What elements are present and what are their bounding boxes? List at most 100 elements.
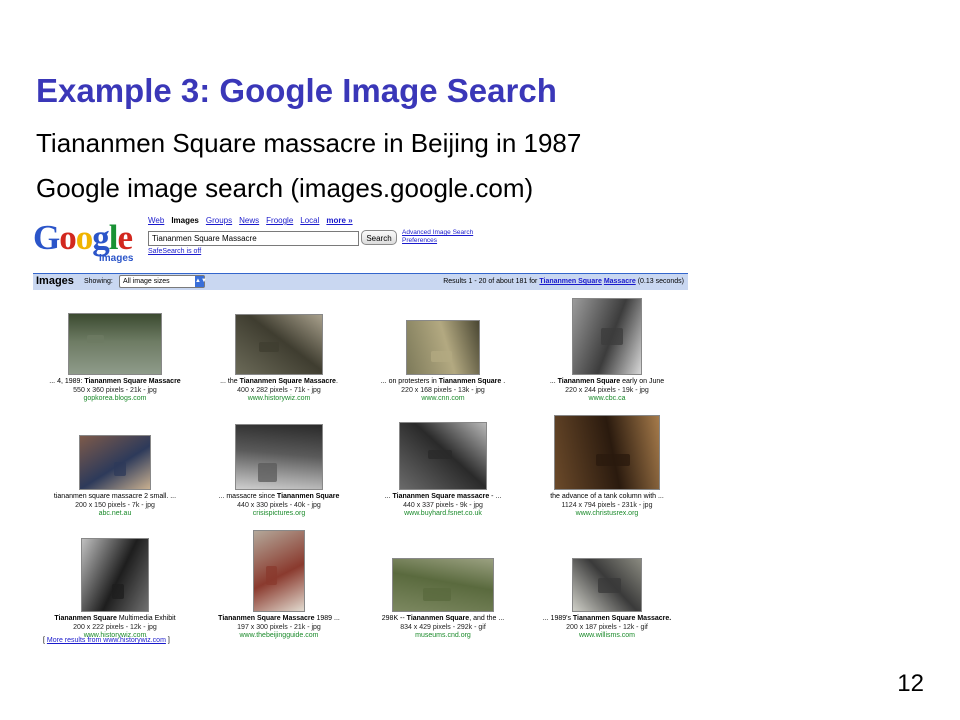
tab-local[interactable]: Local xyxy=(300,216,319,225)
tab-froogle[interactable]: Froogle xyxy=(266,216,293,225)
image-result: Tiananmen Square Massacre 1989 ... 197 x … xyxy=(197,530,361,641)
caption-text: , and the ... xyxy=(469,615,505,622)
result-caption: ... massacre since Tiananmen Square xyxy=(197,493,361,502)
result-thumbnail[interactable] xyxy=(554,415,660,490)
result-meta: 220 x 168 pixels - 13k - jpg xyxy=(401,386,485,394)
search-button[interactable]: Search xyxy=(361,230,397,245)
caption-highlight: Tiananmen Square xyxy=(276,493,340,500)
result-site[interactable]: www.historywiz.com xyxy=(197,395,361,404)
google-logo[interactable]: Google Images xyxy=(33,220,141,268)
result-site[interactable]: museums.cnd.org xyxy=(361,632,525,641)
result-meta: 200 x 222 pixels - 12k - jpg xyxy=(73,623,157,631)
caption-highlight: Tiananmen Square Massacre xyxy=(218,615,315,622)
tab-groups[interactable]: Groups xyxy=(206,216,232,225)
result-meta: 440 x 330 pixels - 40k - jpg xyxy=(237,501,321,509)
image-result: tiananmen square massacre 2 small. ... 20… xyxy=(33,435,197,519)
caption-text: - ... xyxy=(489,493,502,500)
caption-highlight: Tiananmen Square Massacre xyxy=(84,378,181,385)
caption-text: early on June xyxy=(620,378,665,385)
result-caption: ... 4, 1989: Tiananmen Square Massacre xyxy=(33,378,197,387)
caption-highlight: Tiananmen Square xyxy=(438,378,502,385)
result-site[interactable]: www.thebeijingguide.com xyxy=(197,632,361,641)
result-caption: ... on protesters in Tiananmen Square . xyxy=(361,378,525,387)
image-result: ... 1989's Tiananmen Square Massacre. 200… xyxy=(525,558,689,641)
caption-text: tiananmen square massacre xyxy=(53,493,143,500)
results-bar: Images Showing: All image sizes ▲▼ Resul… xyxy=(33,273,688,290)
results-count: Results 1 - 20 of about 181 for Tiananme… xyxy=(443,278,684,285)
result-caption: ... Tiananmen Square massacre - ... xyxy=(361,493,525,502)
caption-highlight: Tiananmen Square Massacre xyxy=(239,378,336,385)
result-thumbnail[interactable] xyxy=(253,530,305,612)
result-site[interactable]: gopkorea.blogs.com xyxy=(33,395,197,404)
query-link-tiananmen[interactable]: Tiananmen Square xyxy=(539,278,602,285)
result-site[interactable]: www.cbc.ca xyxy=(525,395,689,404)
result-meta: 200 x 150 pixels - 7k - jpg xyxy=(75,501,155,509)
slide-title: Example 3: Google Image Search xyxy=(36,72,557,109)
result-thumbnail[interactable] xyxy=(235,424,323,490)
caption-text: Multimedia Exhibit xyxy=(116,615,176,622)
result-site[interactable]: www.christusrex.org xyxy=(525,510,689,519)
result-caption: ... the Tiananmen Square Massacre. xyxy=(197,378,361,387)
image-result: Tiananmen Square Multimedia Exhibit 200 x… xyxy=(33,538,197,641)
result-caption: ... Tiananmen Square early on June xyxy=(525,378,689,387)
search-tabs: Web Images Groups News Froogle Local more » xyxy=(148,216,360,225)
results-bar-title: Images xyxy=(36,275,74,287)
thumbnail-detail xyxy=(87,335,104,344)
safesearch-link[interactable]: SafeSearch is off xyxy=(148,248,201,255)
caption-text: the advance of a tank column with ... xyxy=(550,493,664,500)
thumbnail-detail xyxy=(423,587,451,602)
result-caption: Tiananmen Square Massacre 1989 ... xyxy=(197,615,361,624)
result-meta: 440 x 337 pixels - 9k - jpg xyxy=(403,501,483,509)
result-caption: 298K -- Tiananmen Square, and the ... xyxy=(361,615,525,624)
result-site[interactable]: www.buyhard.fsnet.co.uk xyxy=(361,510,525,519)
more-results-link[interactable]: More results from www.historywiz.com xyxy=(47,637,166,644)
result-site[interactable]: crisispictures.org xyxy=(197,510,361,519)
caption-text: 1989 ... xyxy=(314,615,340,622)
result-thumbnail[interactable] xyxy=(572,298,642,375)
more-results: [ More results from www.historywiz.com ] xyxy=(43,637,170,644)
caption-highlight: Tiananmen Square Massacre. xyxy=(572,615,672,622)
tab-web[interactable]: Web xyxy=(148,216,164,225)
caption-text: 298K -- xyxy=(381,615,407,622)
thumbnail-detail xyxy=(259,342,279,353)
result-site[interactable]: www.cnn.com xyxy=(361,395,525,404)
thumbnail-detail xyxy=(595,453,630,467)
result-thumbnail[interactable] xyxy=(399,422,487,490)
slide-subtitle: Google image search (images.google.com) xyxy=(36,173,534,203)
result-caption: tiananmen square massacre 2 small. ... xyxy=(33,493,197,502)
preferences-link[interactable]: Preferences xyxy=(402,237,473,245)
result-meta: 200 x 187 pixels - 12k - gif xyxy=(566,623,648,631)
thumbnail-detail xyxy=(113,461,127,476)
caption-text: ... 1989's xyxy=(542,615,573,622)
thumbnail-detail xyxy=(112,584,125,599)
thumbnail-detail xyxy=(257,463,278,482)
result-thumbnail[interactable] xyxy=(406,320,480,375)
google-logo-text: Google xyxy=(33,218,133,257)
slide-number: 12 xyxy=(897,670,924,697)
result-thumbnail[interactable] xyxy=(68,313,162,375)
caption-highlight: Tiananmen Square xyxy=(54,615,117,622)
image-result: ... Tiananmen Square massacre - ... 440 x… xyxy=(361,422,525,519)
slide-topic: Tiananmen Square massacre in Beijing in … xyxy=(36,128,582,158)
thumbnail-detail xyxy=(431,351,452,362)
thumbnail-detail xyxy=(427,450,452,460)
result-site[interactable]: www.willisms.com xyxy=(525,632,689,641)
image-result: ... the Tiananmen Square Massacre. 400 x … xyxy=(197,314,361,404)
caption-text: ... massacre since xyxy=(218,493,277,500)
advanced-image-search-link[interactable]: Advanced Image Search xyxy=(402,229,473,237)
caption-highlight: Tiananmen Square xyxy=(406,615,470,622)
query-link-massacre[interactable]: Massacre xyxy=(604,278,636,285)
tab-news[interactable]: News xyxy=(239,216,259,225)
result-thumbnail[interactable] xyxy=(79,435,151,490)
thumbnail-detail xyxy=(265,566,277,585)
google-logo-subtitle: Images xyxy=(99,253,134,264)
result-site[interactable]: abc.net.au xyxy=(33,510,197,519)
result-thumbnail[interactable] xyxy=(392,558,494,612)
tab-more[interactable]: more » xyxy=(326,216,352,225)
search-input[interactable] xyxy=(148,231,359,246)
result-thumbnail[interactable] xyxy=(572,558,642,612)
image-size-select[interactable]: All image sizes ▲▼ xyxy=(119,275,207,288)
result-thumbnail[interactable] xyxy=(235,314,323,375)
result-thumbnail[interactable] xyxy=(81,538,149,612)
tab-images[interactable]: Images xyxy=(171,216,199,225)
